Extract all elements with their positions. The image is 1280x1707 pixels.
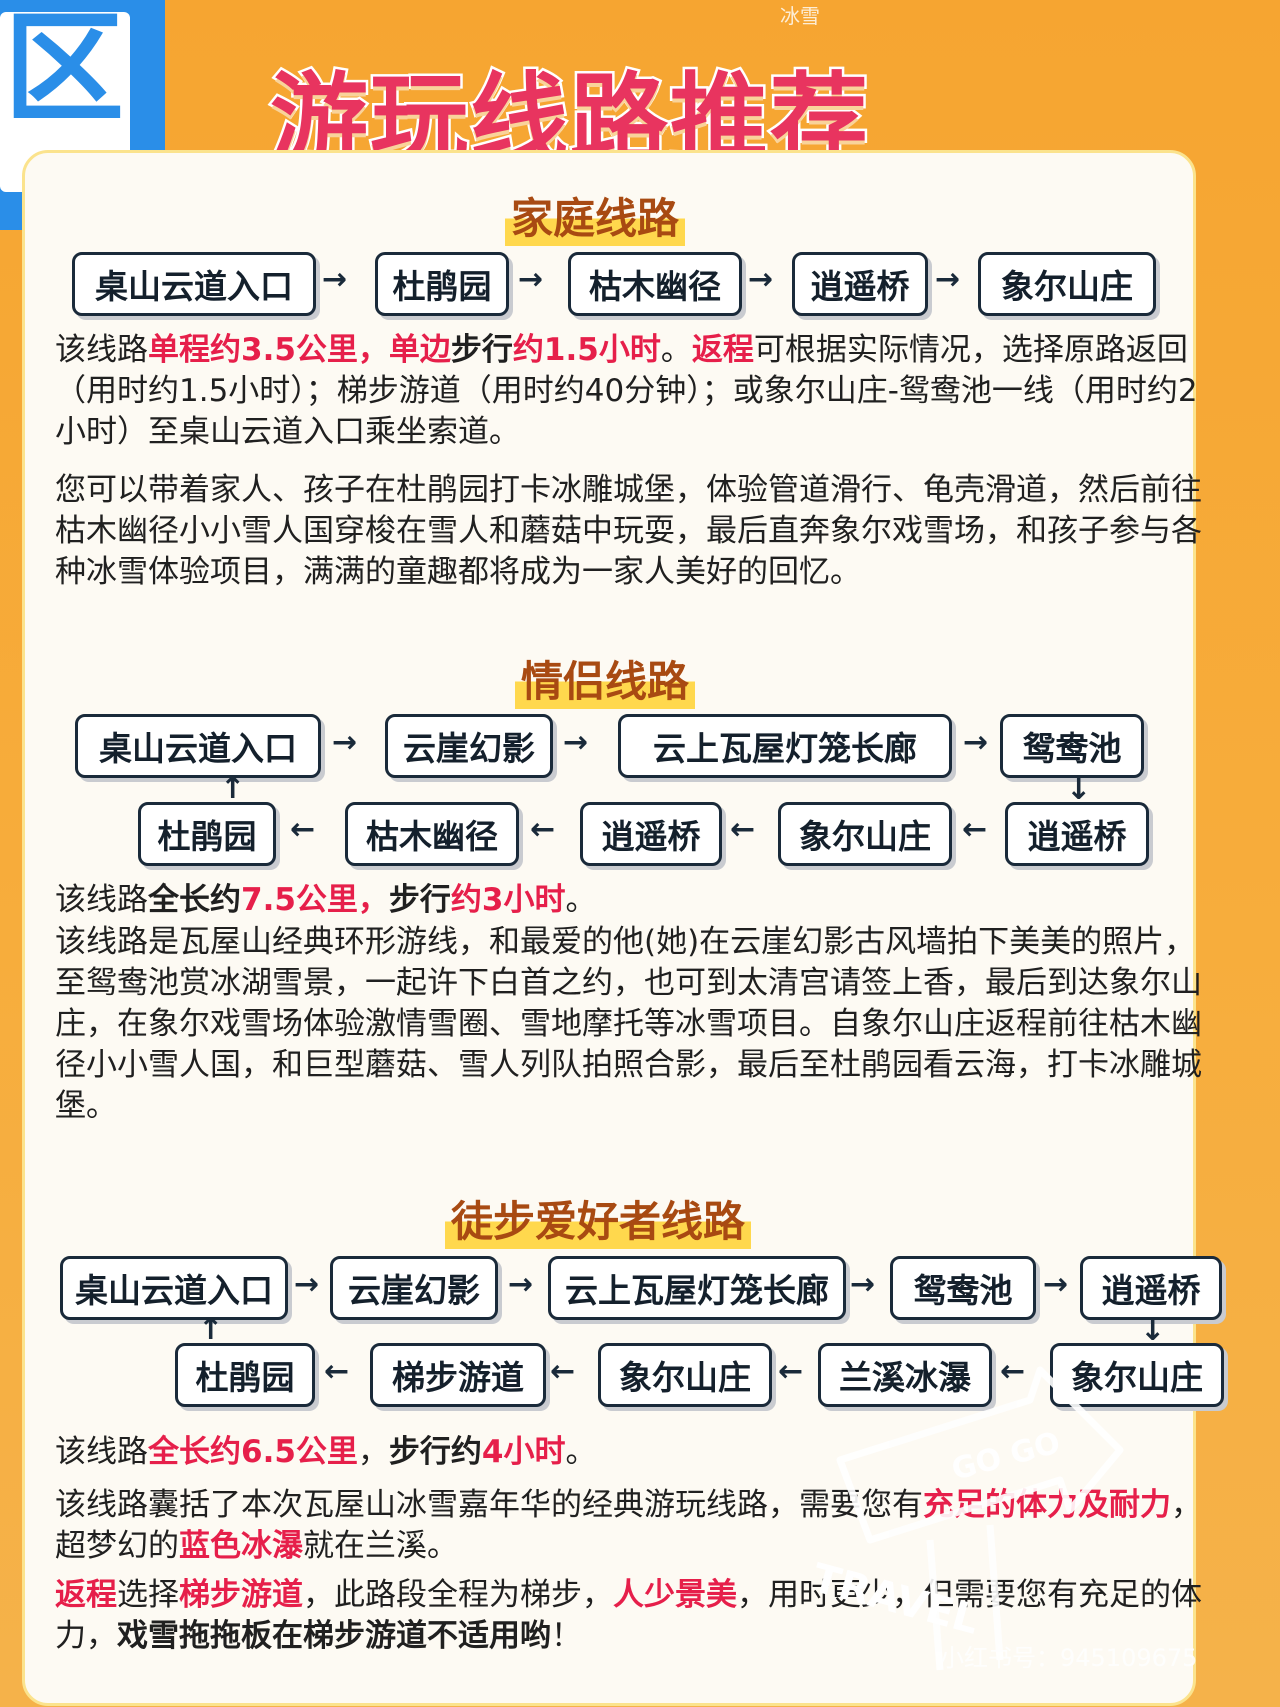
- route-node: 云上瓦屋灯笼长廊: [548, 1256, 846, 1320]
- family-summary: 该线路单程约3.5公里，单边步行约1.5小时。返程可根据实际情况，选择原路返回（…: [55, 330, 1205, 453]
- text-segment: 戏雪拖拖板在梯步游道不适用哟: [117, 1618, 551, 1654]
- route-arrow-left: ←: [530, 812, 556, 847]
- text-segment: 返程: [55, 1577, 117, 1613]
- text-segment: 。: [660, 332, 692, 368]
- route-arrow-right: →: [508, 1267, 534, 1302]
- route-node: 梯步游道: [370, 1343, 546, 1407]
- watermark-text: 小红书号：945109675: [940, 1644, 1198, 1672]
- family-description: 您可以带着家人、孩子在杜鹃园打卡冰雕城堡，体验管道滑行、龟壳滑道，然后前往枯木幽…: [55, 472, 1202, 590]
- text-segment: ！: [551, 1618, 582, 1654]
- route-arrow-right: →: [518, 262, 544, 297]
- text-segment: 单程约3.5公里，单边: [148, 332, 451, 368]
- text-segment: 蓝色冰瀑: [179, 1528, 303, 1564]
- couple-description: 该线路是瓦屋山经典环形游线，和最爱的他(她)在云崖幻影古风墙拍下美美的照片，至鸳…: [55, 924, 1202, 1124]
- corner-sign-glyph: 区: [4, 0, 124, 139]
- route-node: 云崖幻影: [330, 1256, 498, 1320]
- route-node: 杜鹃园: [138, 802, 276, 866]
- route-node: 桌山云道入口: [72, 252, 316, 316]
- text-segment: 就在兰溪。: [303, 1528, 458, 1564]
- route-node: 桌山云道入口: [75, 714, 321, 778]
- text-segment: 4小时: [481, 1434, 566, 1470]
- text-segment: 。: [565, 1434, 597, 1470]
- route-arrow-right: →: [748, 262, 774, 297]
- route-arrow-left: ←: [550, 1354, 576, 1389]
- route-node: 桌山云道入口: [60, 1256, 288, 1320]
- text-segment: ，: [357, 1434, 389, 1470]
- route-arrow-left: ←: [324, 1354, 350, 1389]
- text-segment: 步行约: [388, 1434, 482, 1470]
- route-node: 杜鹃园: [375, 252, 509, 316]
- route-node: 云崖幻影: [385, 714, 553, 778]
- couple-summary: 该线路全长约7.5公里，步行约3小时。: [55, 880, 1205, 921]
- route-node: 鸳鸯池: [890, 1256, 1036, 1320]
- header-top-fragment: 冰雪: [780, 4, 820, 28]
- route-arrow-right: →: [322, 262, 348, 297]
- text-segment: 。: [565, 882, 597, 918]
- route-arrow-down: ↓: [1066, 772, 1092, 807]
- stamp-top-text: GO GO: [948, 1425, 1064, 1487]
- text-segment: 梯步游道: [179, 1577, 303, 1613]
- route-node: 象尔山庄: [598, 1343, 772, 1407]
- route-node: 象尔山庄: [778, 802, 952, 866]
- section-title-couple: 情侣线路: [515, 648, 696, 709]
- route-arrow-left: ←: [290, 812, 316, 847]
- text-segment: 7.5公里，: [241, 882, 389, 918]
- text-segment: 返程: [691, 332, 754, 368]
- route-arrow-right: →: [963, 725, 989, 760]
- text-segment: 步行: [450, 332, 513, 368]
- route-arrow-right: →: [332, 725, 358, 760]
- text-segment: 全长约: [148, 882, 241, 918]
- route-arrow-right: →: [294, 1267, 320, 1302]
- route-node: 象尔山庄: [978, 252, 1156, 316]
- text-segment: ，此路段全程为梯步，: [303, 1577, 613, 1613]
- stamp-bottom-text: TRAVEL: [807, 1555, 983, 1643]
- text-segment: 约3小时: [450, 882, 566, 918]
- text-segment: 步行: [388, 882, 451, 918]
- text-segment: 全长约6.5公里: [148, 1434, 358, 1470]
- route-arrow-up: ↑: [220, 771, 246, 806]
- text-segment: 选择: [117, 1577, 179, 1613]
- route-arrow-left: ←: [730, 812, 756, 847]
- text-segment: 该线路: [55, 882, 148, 918]
- text-segment: 该线路: [55, 332, 148, 368]
- route-node: 云上瓦屋灯笼长廊: [618, 714, 952, 778]
- route-node: 杜鹃园: [175, 1343, 315, 1407]
- route-arrow-right: →: [1043, 1267, 1069, 1302]
- route-node: 枯木幽径: [345, 802, 519, 866]
- text-segment: 约1.5小时: [512, 332, 661, 368]
- route-node: 枯木幽径: [568, 252, 742, 316]
- route-node: 逍遥桥: [1080, 1256, 1222, 1320]
- route-node: 鸳鸯池: [1000, 714, 1144, 778]
- route-arrow-right: →: [850, 1267, 876, 1302]
- section-title-family: 家庭线路: [505, 185, 686, 246]
- section-title-hiking: 徒步爱好者线路: [445, 1188, 752, 1249]
- text-segment: 人少景美: [613, 1577, 737, 1613]
- route-arrow-right: →: [935, 262, 961, 297]
- text-segment: 该线路: [55, 1434, 148, 1470]
- route-arrow-left: ←: [962, 812, 988, 847]
- route-node: 逍遥桥: [792, 252, 928, 316]
- route-arrow-right: →: [563, 725, 589, 760]
- route-arrow-up: ↑: [198, 1312, 224, 1347]
- route-node: 逍遥桥: [580, 802, 722, 866]
- route-node: 逍遥桥: [1005, 802, 1149, 866]
